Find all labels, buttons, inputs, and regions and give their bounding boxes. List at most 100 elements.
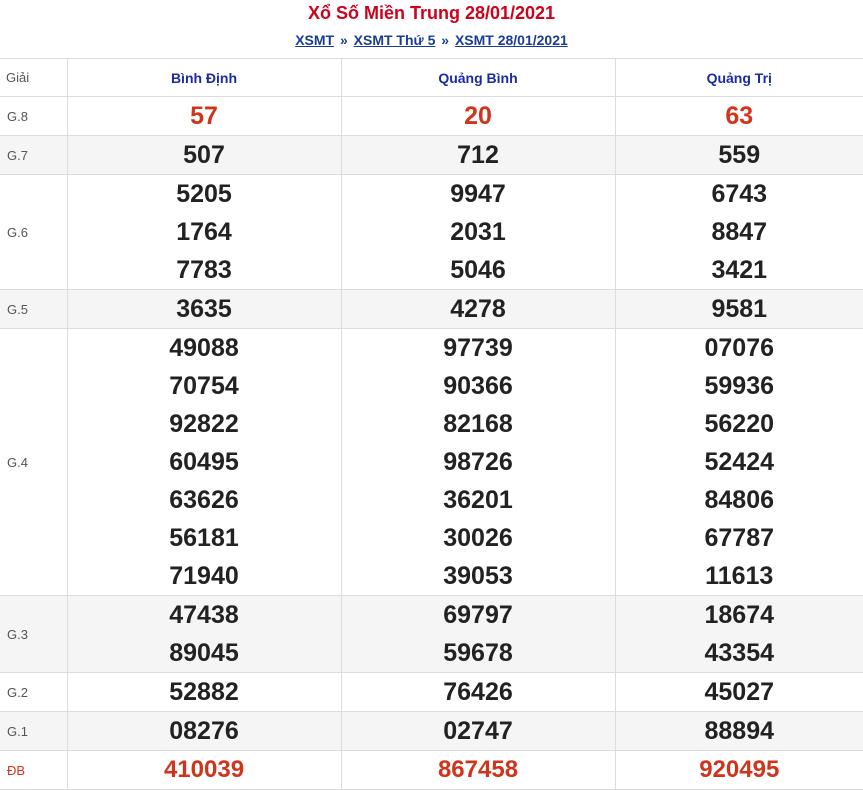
result-number: 5205 bbox=[68, 175, 341, 213]
result-number: 410039 bbox=[68, 751, 341, 789]
prize-label: G.4 bbox=[0, 329, 67, 596]
result-number: 7783 bbox=[68, 251, 341, 289]
table-row: G.1082760274788894 bbox=[0, 712, 863, 751]
result-cell: 674388473421 bbox=[615, 175, 863, 290]
prize-label: G.8 bbox=[0, 97, 67, 136]
result-number: 63626 bbox=[68, 481, 341, 519]
result-number: 60495 bbox=[68, 443, 341, 481]
result-number: 90366 bbox=[342, 367, 615, 405]
prize-label: G.1 bbox=[0, 712, 67, 751]
result-number: 20 bbox=[342, 97, 615, 135]
breadcrumb-link-xsmt[interactable]: XSMT bbox=[295, 32, 334, 48]
table-header-row: Giải Bình Định Quảng Bình Quảng Trị bbox=[0, 59, 863, 97]
result-number: 867458 bbox=[342, 751, 615, 789]
result-cell: 52882 bbox=[67, 673, 341, 712]
result-number: 9581 bbox=[616, 290, 863, 328]
result-number: 76426 bbox=[342, 673, 615, 711]
result-number: 18674 bbox=[616, 596, 863, 634]
result-number: 67787 bbox=[616, 519, 863, 557]
result-cell: 07076599365622052424848066778711613 bbox=[615, 329, 863, 596]
result-number: 1764 bbox=[68, 213, 341, 251]
prize-label: G.7 bbox=[0, 136, 67, 175]
prize-label: G.2 bbox=[0, 673, 67, 712]
result-number: 9947 bbox=[342, 175, 615, 213]
result-number: 52882 bbox=[68, 673, 341, 711]
result-number: 82168 bbox=[342, 405, 615, 443]
result-number: 8847 bbox=[616, 213, 863, 251]
table-row: G.7507712559 bbox=[0, 136, 863, 175]
prize-label: G.6 bbox=[0, 175, 67, 290]
table-row: G.3474388904569797596781867443354 bbox=[0, 596, 863, 673]
breadcrumb-separator: » bbox=[441, 32, 449, 48]
result-number: 59678 bbox=[342, 634, 615, 672]
result-number: 30026 bbox=[342, 519, 615, 557]
result-number: 2031 bbox=[342, 213, 615, 251]
result-cell: 63 bbox=[615, 97, 863, 136]
province-header-quang-binh[interactable]: Quảng Bình bbox=[341, 59, 615, 97]
result-cell: 994720315046 bbox=[341, 175, 615, 290]
result-number: 56220 bbox=[616, 405, 863, 443]
table-row: ĐB410039867458920495 bbox=[0, 751, 863, 790]
result-number: 63 bbox=[616, 97, 863, 135]
result-cell: 1867443354 bbox=[615, 596, 863, 673]
result-number: 559 bbox=[616, 136, 863, 174]
result-cell: 08276 bbox=[67, 712, 341, 751]
breadcrumb: XSMT » XSMT Thứ 5 » XSMT 28/01/2021 bbox=[0, 26, 863, 50]
breadcrumb-separator: » bbox=[340, 32, 348, 48]
result-number: 6743 bbox=[616, 175, 863, 213]
result-number: 59936 bbox=[616, 367, 863, 405]
table-row: G.2528827642645027 bbox=[0, 673, 863, 712]
results-table: Giải Bình Định Quảng Bình Quảng Trị G.85… bbox=[0, 58, 863, 790]
result-cell: 20 bbox=[341, 97, 615, 136]
result-cell: 88894 bbox=[615, 712, 863, 751]
prize-label: G.3 bbox=[0, 596, 67, 673]
prize-label: ĐB bbox=[0, 751, 67, 790]
result-cell: 4743889045 bbox=[67, 596, 341, 673]
result-cell: 6979759678 bbox=[341, 596, 615, 673]
result-number: 57 bbox=[68, 97, 341, 135]
result-cell: 57 bbox=[67, 97, 341, 136]
prize-column-header: Giải bbox=[0, 59, 67, 97]
prize-label: G.5 bbox=[0, 290, 67, 329]
result-number: 43354 bbox=[616, 634, 863, 672]
result-number: 07076 bbox=[616, 329, 863, 367]
result-number: 70754 bbox=[68, 367, 341, 405]
result-cell: 867458 bbox=[341, 751, 615, 790]
breadcrumb-link-xsmt-date[interactable]: XSMT 28/01/2021 bbox=[455, 32, 568, 48]
page-header: Xổ Số Miền Trung 28/01/2021 XSMT » XSMT … bbox=[0, 0, 863, 58]
result-number: 49088 bbox=[68, 329, 341, 367]
result-cell: 559 bbox=[615, 136, 863, 175]
result-cell: 520517647783 bbox=[67, 175, 341, 290]
result-number: 712 bbox=[342, 136, 615, 174]
result-number: 4278 bbox=[342, 290, 615, 328]
result-number: 45027 bbox=[616, 673, 863, 711]
result-cell: 76426 bbox=[341, 673, 615, 712]
result-cell: 920495 bbox=[615, 751, 863, 790]
result-number: 3635 bbox=[68, 290, 341, 328]
result-number: 3421 bbox=[616, 251, 863, 289]
result-number: 84806 bbox=[616, 481, 863, 519]
result-cell: 712 bbox=[341, 136, 615, 175]
result-cell: 9581 bbox=[615, 290, 863, 329]
result-number: 88894 bbox=[616, 712, 863, 750]
result-number: 02747 bbox=[342, 712, 615, 750]
table-row: G.44908870754928226049563626561817194097… bbox=[0, 329, 863, 596]
result-cell: 410039 bbox=[67, 751, 341, 790]
breadcrumb-link-xsmt-thu-5[interactable]: XSMT Thứ 5 bbox=[354, 32, 436, 48]
page-title: Xổ Số Miền Trung 28/01/2021 bbox=[0, 0, 863, 26]
table-row: G.6520517647783994720315046674388473421 bbox=[0, 175, 863, 290]
province-header-binh-dinh[interactable]: Bình Định bbox=[67, 59, 341, 97]
results-body: G.8572063G.7507712559G.65205176477839947… bbox=[0, 97, 863, 790]
result-number: 56181 bbox=[68, 519, 341, 557]
result-number: 92822 bbox=[68, 405, 341, 443]
result-number: 08276 bbox=[68, 712, 341, 750]
result-cell: 02747 bbox=[341, 712, 615, 751]
result-number: 920495 bbox=[616, 751, 863, 789]
table-row: G.5363542789581 bbox=[0, 290, 863, 329]
result-number: 5046 bbox=[342, 251, 615, 289]
result-cell: 45027 bbox=[615, 673, 863, 712]
result-number: 69797 bbox=[342, 596, 615, 634]
province-header-quang-tri[interactable]: Quảng Trị bbox=[615, 59, 863, 97]
result-number: 89045 bbox=[68, 634, 341, 672]
result-number: 52424 bbox=[616, 443, 863, 481]
